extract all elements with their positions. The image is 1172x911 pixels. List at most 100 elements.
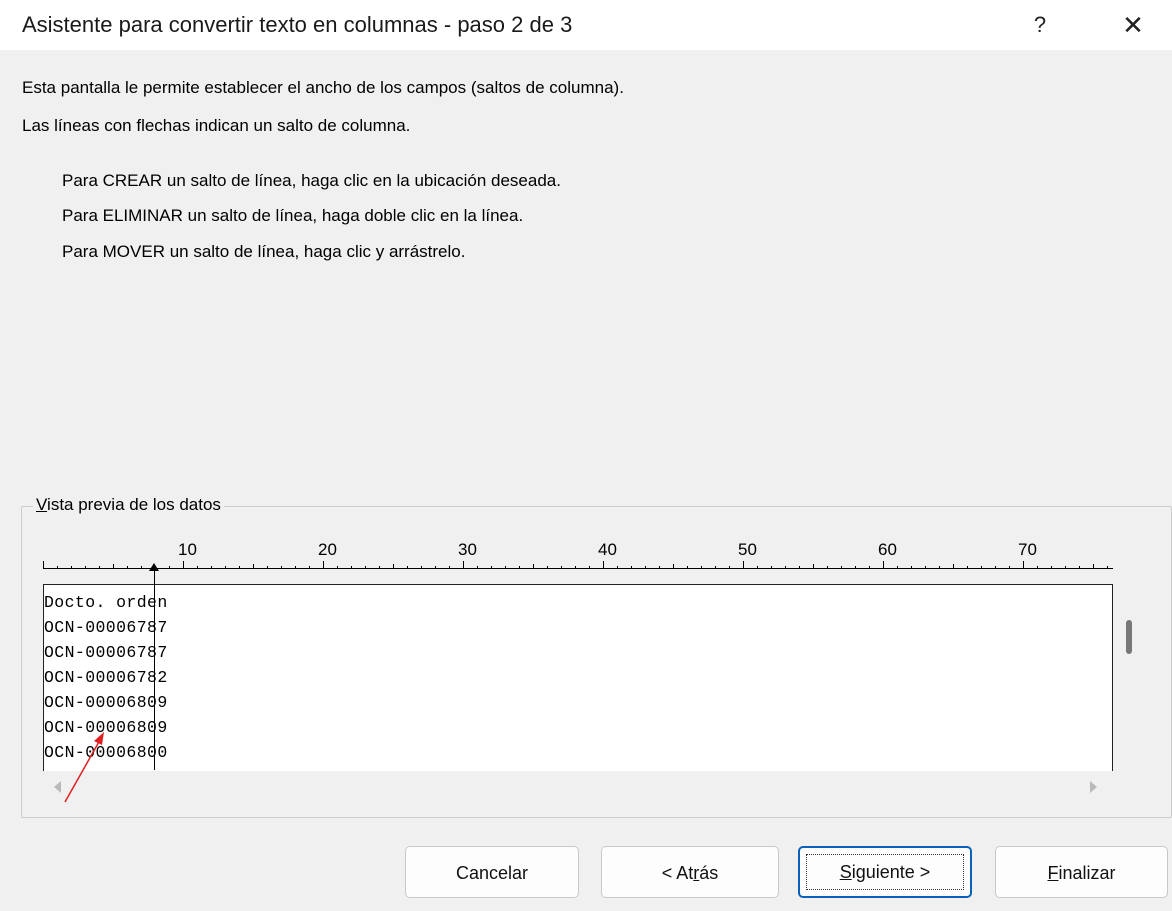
back-button-prefix: < At (661, 863, 694, 883)
preview-row: OCN-00006787 (44, 643, 168, 662)
ruler-tick (113, 564, 114, 568)
ruler-tick (127, 566, 128, 568)
ruler-tick (701, 566, 702, 568)
ruler-tick (407, 566, 408, 568)
ruler-tick (379, 566, 380, 568)
ruler-tick (743, 561, 744, 568)
ruler-tick (477, 566, 478, 568)
ruler-tick (393, 564, 394, 568)
ruler-tick (715, 566, 716, 568)
ruler-number-20: 20 (318, 540, 337, 559)
instruction-create: Para CREAR un salto de línea, haga clic … (62, 171, 561, 190)
close-button[interactable]: ✕ (1112, 6, 1154, 44)
data-preview-box[interactable]: Docto. orden OCN-00006787 OCN-00006787 O… (43, 584, 1113, 771)
ruler-tick (953, 564, 954, 568)
help-button[interactable]: ? (1022, 6, 1058, 44)
ruler-tick (1051, 566, 1052, 568)
ruler-tick (939, 566, 940, 568)
description-line-2: Las líneas con flechas indican un salto … (22, 116, 411, 135)
ruler-tick (225, 566, 226, 568)
ruler-number-10: 10 (178, 540, 197, 559)
ruler-number-60: 60 (878, 540, 897, 559)
ruler-tick (267, 566, 268, 568)
preview-row: OCN-00006787 (44, 618, 168, 637)
ruler-tick (841, 566, 842, 568)
ruler-number-70: 70 (1018, 540, 1037, 559)
ruler-tick (309, 566, 310, 568)
ruler-number-50: 50 (738, 540, 757, 559)
ruler-tick (1009, 566, 1010, 568)
ruler-tick (855, 566, 856, 568)
ruler-tick (729, 566, 730, 568)
instruction-delete: Para ELIMINAR un salto de línea, haga do… (62, 206, 524, 225)
ruler-tick (981, 566, 982, 568)
ruler-tick (323, 561, 324, 568)
ruler-tick (421, 566, 422, 568)
ruler-tick (505, 566, 506, 568)
dialog-title: Asistente para convertir texto en column… (22, 12, 573, 37)
ruler-tick (71, 566, 72, 568)
preview-row: OCN-00006809 (44, 693, 168, 712)
finish-button-key: F (1047, 863, 1059, 883)
ruler-tick (883, 561, 884, 568)
annotation-arrow-icon (64, 732, 104, 803)
ruler-tick (99, 566, 100, 568)
ruler-tick (183, 561, 184, 568)
ruler-tick (351, 566, 352, 568)
ruler-tick (869, 566, 870, 568)
ruler-tick (1107, 566, 1108, 568)
ruler-tick (925, 566, 926, 568)
ruler-tick (533, 564, 534, 568)
scroll-right-arrow-icon[interactable] (1090, 781, 1097, 793)
ruler-tick (631, 566, 632, 568)
vertical-scrollbar-thumb[interactable] (1126, 620, 1132, 654)
ruler-tick (519, 566, 520, 568)
ruler-tick (659, 566, 660, 568)
ruler-tick (785, 566, 786, 568)
instruction-move: Para MOVER un salto de línea, haga clic … (62, 242, 466, 261)
ruler-tick (1079, 566, 1080, 568)
back-button-suffix: ás (699, 863, 719, 883)
ruler-tick (57, 566, 58, 568)
ruler-tick (169, 566, 170, 568)
ruler-tick (43, 561, 44, 568)
ruler-tick (435, 566, 436, 568)
preview-row: OCN-00006782 (44, 668, 168, 687)
ruler-tick (547, 566, 548, 568)
column-break-line[interactable] (154, 570, 155, 770)
ruler-tick (253, 564, 254, 568)
ruler-number-40: 40 (598, 540, 617, 559)
ruler-tick (799, 566, 800, 568)
data-preview-label-text: ista previa de los datos (47, 495, 221, 514)
back-button[interactable]: < Atrás (601, 846, 779, 898)
data-preview-label: Vista previa de los datos (33, 495, 224, 515)
next-button[interactable]: Siguiente > (798, 846, 972, 898)
ruler-tick (1093, 564, 1094, 568)
ruler-tick (771, 566, 772, 568)
ruler-tick (337, 566, 338, 568)
ruler-tick (239, 566, 240, 568)
ruler-tick (85, 566, 86, 568)
finish-button[interactable]: Finalizar (995, 846, 1168, 898)
ruler-tick (827, 566, 828, 568)
ruler-tick (491, 566, 492, 568)
ruler-tick (603, 561, 604, 568)
title-bar: Asistente para convertir texto en column… (0, 0, 1172, 50)
ruler-tick (995, 566, 996, 568)
cancel-button[interactable]: Cancelar (405, 846, 579, 898)
ruler-tick (211, 566, 212, 568)
ruler-number-30: 30 (458, 540, 477, 559)
ruler-tick (967, 566, 968, 568)
column-ruler[interactable]: 10 20 30 40 50 60 70 (43, 540, 1113, 570)
ruler-tick (1037, 566, 1038, 568)
ruler-tick (673, 564, 674, 568)
finish-button-suffix: inalizar (1058, 863, 1116, 883)
ruler-tick (911, 566, 912, 568)
ruler-tick (617, 566, 618, 568)
ruler-tick (575, 566, 576, 568)
description-line-1: Esta pantalla le permite establecer el a… (22, 78, 624, 97)
ruler-tick (365, 566, 366, 568)
ruler-tick (1023, 561, 1024, 568)
focus-rectangle (806, 854, 964, 890)
ruler-tick (463, 561, 464, 568)
